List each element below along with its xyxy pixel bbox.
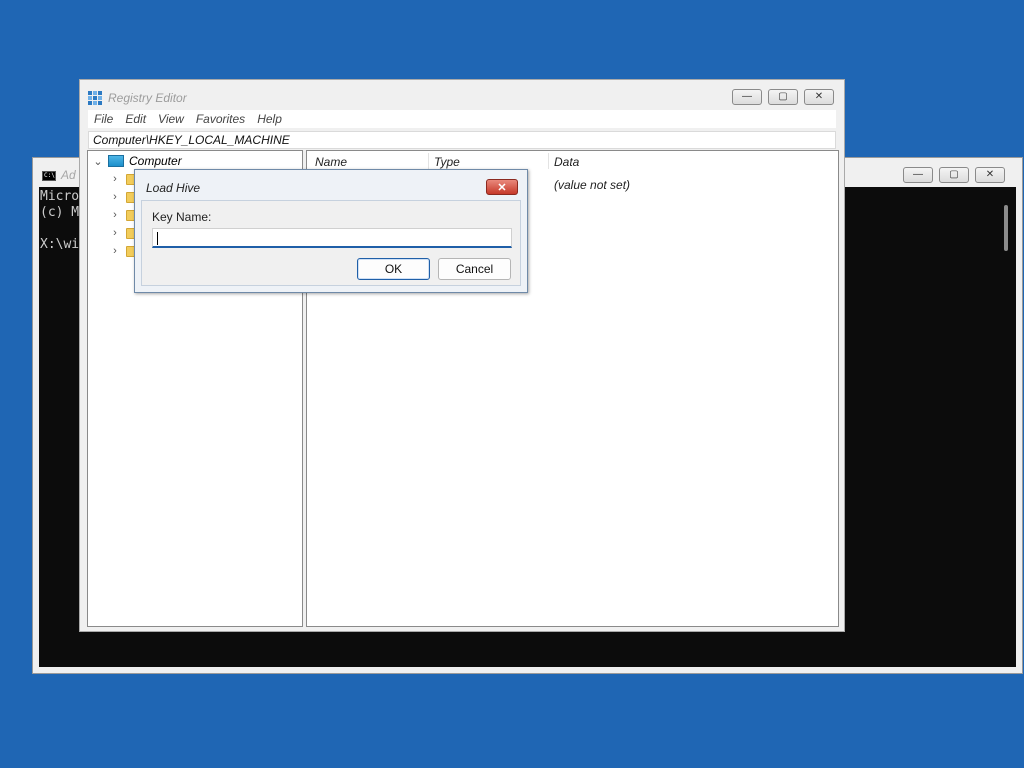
key-name-label: Key Name: <box>152 210 212 224</box>
computer-icon <box>108 155 124 167</box>
chevron-down-icon[interactable]: ⌄ <box>93 155 103 168</box>
chevron-right-icon[interactable]: › <box>110 191 120 203</box>
cmd-icon: C:\ <box>42 171 56 181</box>
regedit-maximize-button[interactable]: ▢ <box>768 89 798 105</box>
text-caret <box>157 232 158 245</box>
regedit-title: Registry Editor <box>108 91 187 105</box>
value-data-default[interactable]: (value not set) <box>554 178 630 192</box>
menu-help[interactable]: Help <box>251 110 288 128</box>
chevron-right-icon[interactable]: › <box>110 245 120 257</box>
cmd-caption-buttons: — ▢ ✕ <box>903 167 1005 183</box>
address-bar[interactable]: Computer\HKEY_LOCAL_MACHINE <box>88 131 836 149</box>
cancel-button[interactable]: Cancel <box>438 258 511 280</box>
cmd-minimize-button[interactable]: — <box>903 167 933 183</box>
cmd-scrollbar-thumb[interactable] <box>1004 205 1008 251</box>
dialog-title: Load Hive <box>146 181 201 195</box>
menu-edit[interactable]: Edit <box>119 110 152 128</box>
chevron-right-icon[interactable]: › <box>110 173 120 185</box>
dialog-close-button[interactable]: ✕ <box>486 179 518 195</box>
cmd-maximize-button[interactable]: ▢ <box>939 167 969 183</box>
regedit-titlebar[interactable]: Registry Editor — ▢ ✕ <box>80 80 844 108</box>
regedit-close-button[interactable]: ✕ <box>804 89 834 105</box>
column-header-data[interactable]: Data <box>554 155 579 169</box>
tree-item-computer[interactable]: ⌄ Computer <box>93 154 182 168</box>
registry-editor-window[interactable]: Registry Editor — ▢ ✕ File Edit View Fav… <box>79 79 845 632</box>
chevron-right-icon[interactable]: › <box>110 227 120 239</box>
column-separator[interactable] <box>548 153 549 169</box>
cmd-title: Ad <box>61 168 76 182</box>
load-hive-dialog[interactable]: Load Hive ✕ Key Name: OK Cancel <box>134 169 528 293</box>
menu-bar: File Edit View Favorites Help <box>88 110 836 128</box>
column-header-name[interactable]: Name <box>315 155 347 169</box>
regedit-minimize-button[interactable]: — <box>732 89 762 105</box>
regedit-caption-buttons: — ▢ ✕ <box>732 89 834 105</box>
chevron-right-icon[interactable]: › <box>110 209 120 221</box>
cmd-scrollbar[interactable] <box>998 187 1016 667</box>
menu-view[interactable]: View <box>152 110 190 128</box>
menu-favorites[interactable]: Favorites <box>190 110 251 128</box>
key-name-input[interactable] <box>152 228 512 248</box>
menu-file[interactable]: File <box>88 110 119 128</box>
column-header-type[interactable]: Type <box>434 155 460 169</box>
cmd-close-button[interactable]: ✕ <box>975 167 1005 183</box>
dialog-body: Key Name: OK Cancel <box>141 200 521 286</box>
column-separator[interactable] <box>428 153 429 169</box>
registry-icon <box>88 91 102 105</box>
ok-button[interactable]: OK <box>357 258 430 280</box>
tree-item-label: Computer <box>129 154 182 168</box>
